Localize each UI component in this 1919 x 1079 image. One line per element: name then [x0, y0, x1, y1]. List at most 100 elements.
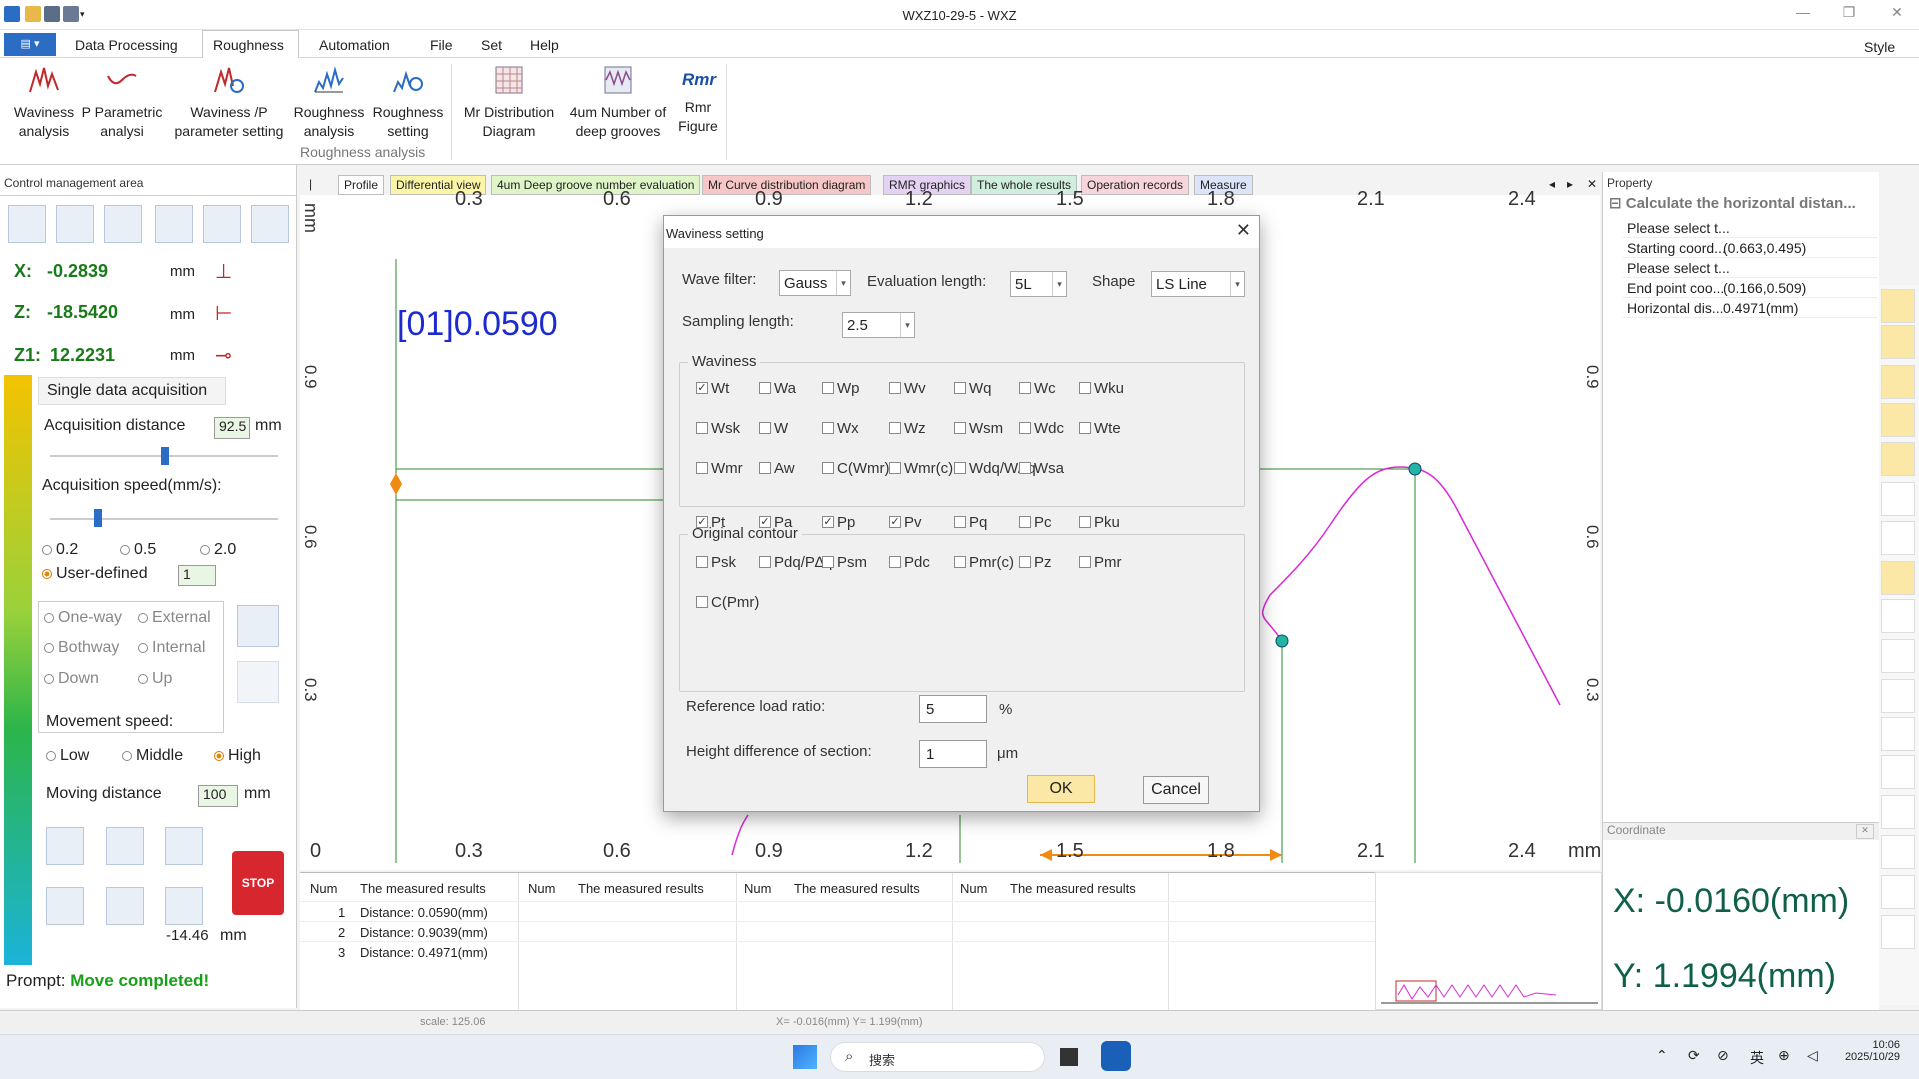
- minimap[interactable]: [1375, 872, 1602, 1010]
- tab-close-icon[interactable]: ✕: [1582, 175, 1602, 195]
- shape-select[interactable]: LS Line ▾: [1151, 271, 1245, 297]
- menu-help[interactable]: Help: [530, 37, 559, 53]
- contour-checkbox[interactable]: Psm: [822, 554, 867, 571]
- speed-opt-user-defined[interactable]: User-defined: [42, 565, 148, 583]
- contour-checkbox[interactable]: C(Pmr): [696, 594, 759, 611]
- roughness-analysis-button[interactable]: Roughness analysis: [292, 64, 366, 141]
- moving-distance-input[interactable]: 100: [198, 785, 238, 807]
- search-tool-icon[interactable]: [1881, 915, 1915, 949]
- mode-one-way[interactable]: One-way: [44, 609, 122, 627]
- speed-opt-20[interactable]: 2.0: [200, 541, 236, 559]
- contour-checkbox[interactable]: ✓ Pt: [696, 514, 725, 531]
- speed-middle[interactable]: Middle: [122, 747, 183, 765]
- waviness-checkbox[interactable]: Wsa: [1019, 460, 1064, 477]
- wxz-app-icon[interactable]: [1101, 1041, 1131, 1071]
- p-parametric-button[interactable]: P Parametric analysi: [80, 64, 164, 141]
- taskview-icon[interactable]: [1060, 1048, 1078, 1066]
- slope-tool-icon[interactable]: [1881, 521, 1915, 555]
- mode-up[interactable]: Up: [138, 670, 172, 688]
- point-tool-icon[interactable]: [1881, 442, 1915, 476]
- circle-tangent-tool-icon[interactable]: [1881, 875, 1915, 909]
- contour-checkbox[interactable]: Psk: [696, 554, 736, 571]
- waviness-checkbox[interactable]: Wdc: [1019, 420, 1064, 437]
- rotate-down-button[interactable]: [165, 887, 203, 925]
- tab-profile[interactable]: Profile: [338, 175, 385, 195]
- waviness-checkbox[interactable]: Wsk: [696, 420, 740, 437]
- move-down-button[interactable]: [106, 887, 144, 925]
- mode-bothway[interactable]: Bothway: [44, 639, 119, 657]
- mr-distribution-diagram-button[interactable]: Mr Distribution Diagram: [456, 64, 562, 141]
- circle-tool-icon[interactable]: [1881, 403, 1915, 437]
- circle-fit-tool-icon[interactable]: [1881, 795, 1915, 829]
- mode-down[interactable]: Down: [44, 670, 99, 688]
- tool-button-1[interactable]: [8, 205, 46, 243]
- waviness-checkbox[interactable]: W: [759, 420, 788, 437]
- tab-mr-curve[interactable]: Mr Curve distribution diagram: [702, 175, 872, 195]
- speed-opt-02[interactable]: 0.2: [42, 541, 78, 559]
- property-row[interactable]: Please select t...: [1623, 258, 1878, 278]
- menu-data-processing[interactable]: Data Processing: [75, 37, 178, 53]
- waviness-checkbox[interactable]: C(Wmr): [822, 460, 889, 477]
- contour-checkbox[interactable]: ✓ Pp: [822, 514, 855, 531]
- contour-checkbox[interactable]: Pku: [1079, 514, 1120, 531]
- z-move-icon[interactable]: ⊢: [215, 301, 241, 327]
- move-left-button[interactable]: [46, 827, 84, 865]
- maximize-button[interactable]: ❐: [1834, 4, 1864, 26]
- waviness-checkbox[interactable]: Aw: [759, 460, 795, 477]
- menu-roughness[interactable]: Roughness: [213, 37, 284, 53]
- z1-move-icon[interactable]: ⊸: [215, 343, 241, 369]
- measure-point[interactable]: [1408, 462, 1422, 476]
- waviness-checkbox[interactable]: Wq: [954, 380, 992, 397]
- contour-checkbox[interactable]: Pq: [954, 514, 987, 531]
- horizontal-distance-tool-icon[interactable]: [1881, 561, 1915, 595]
- tray-sync-icon[interactable]: ⟳: [1688, 1047, 1700, 1064]
- waviness-checkbox[interactable]: Wa: [759, 380, 796, 397]
- property-row[interactable]: Please select t...: [1623, 218, 1878, 238]
- tray-globe-icon[interactable]: ⊕: [1778, 1047, 1790, 1064]
- tray-volume-icon[interactable]: ◁: [1807, 1047, 1818, 1064]
- speed-opt-05[interactable]: 0.5: [120, 541, 156, 559]
- waviness-checkbox[interactable]: Wmr(c): [889, 460, 953, 477]
- table-row[interactable]: 1 Distance: 0.0590(mm): [300, 901, 1375, 921]
- tab-next-icon[interactable]: ▸: [1562, 175, 1578, 195]
- axis-v-tool-icon[interactable]: [1881, 755, 1915, 789]
- measure-point[interactable]: [1275, 634, 1289, 648]
- acq-distance-slider-thumb[interactable]: [161, 447, 169, 465]
- tray-clock[interactable]: 10:06 2025/10/29: [1838, 1039, 1900, 1063]
- tab-deep-groove[interactable]: 4um Deep groove number evaluation: [491, 175, 701, 195]
- taskbar-search[interactable]: ⌕ 搜索: [830, 1042, 1045, 1072]
- contour-checkbox[interactable]: Pc: [1019, 514, 1052, 531]
- property-group[interactable]: ⊟ Calculate the horizontal distan...: [1609, 194, 1881, 215]
- ok-button[interactable]: OK: [1027, 775, 1095, 803]
- speed-high[interactable]: High: [214, 747, 261, 765]
- waviness-checkbox[interactable]: Wx: [822, 420, 859, 437]
- arc-tool-icon[interactable]: [1881, 482, 1915, 516]
- style-menu[interactable]: Style: [1864, 39, 1895, 55]
- tray-network-icon[interactable]: ⊘: [1717, 1047, 1729, 1064]
- waviness-checkbox[interactable]: ✓ Wt: [696, 380, 729, 397]
- circle-3pt-tool-icon[interactable]: [1881, 835, 1915, 869]
- property-row[interactable]: End point coo... (0.166,0.509): [1623, 278, 1878, 298]
- waviness-checkbox[interactable]: Wte: [1079, 420, 1121, 437]
- tray-chevron-icon[interactable]: ⌃: [1656, 1047, 1668, 1064]
- menu-file[interactable]: File: [430, 37, 453, 53]
- single-data-acquisition-tab[interactable]: Single data acquisition: [38, 377, 226, 405]
- sampling-length-select[interactable]: 2.5 ▾: [842, 312, 915, 338]
- line-point-tool-icon[interactable]: [1881, 365, 1915, 399]
- menu-automation[interactable]: Automation: [319, 37, 390, 53]
- waviness-parameter-setting-button[interactable]: Waviness /P parameter setting: [168, 64, 290, 141]
- stop-acquisition-button[interactable]: [237, 661, 279, 703]
- waviness-checkbox[interactable]: Wsm: [954, 420, 1003, 437]
- vertical-distance-tool-icon[interactable]: [1881, 599, 1915, 633]
- dialog-close-icon[interactable]: ✕: [1236, 220, 1251, 241]
- app-menu-button[interactable]: ▤ ▾: [4, 33, 56, 56]
- contour-checkbox[interactable]: ✓ Pv: [889, 514, 922, 531]
- contour-checkbox[interactable]: ✓ Pa: [759, 514, 792, 531]
- mode-internal[interactable]: Internal: [138, 639, 205, 657]
- contour-checkbox[interactable]: Pmr(c): [954, 554, 1014, 571]
- wave-filter-select[interactable]: Gauss ▾: [779, 270, 851, 296]
- menu-set[interactable]: Set: [481, 37, 502, 53]
- arc-fit-tool-icon[interactable]: [1881, 679, 1915, 713]
- roughness-setting-button[interactable]: Roughness setting: [370, 64, 446, 141]
- range-marker-left[interactable]: [390, 473, 402, 495]
